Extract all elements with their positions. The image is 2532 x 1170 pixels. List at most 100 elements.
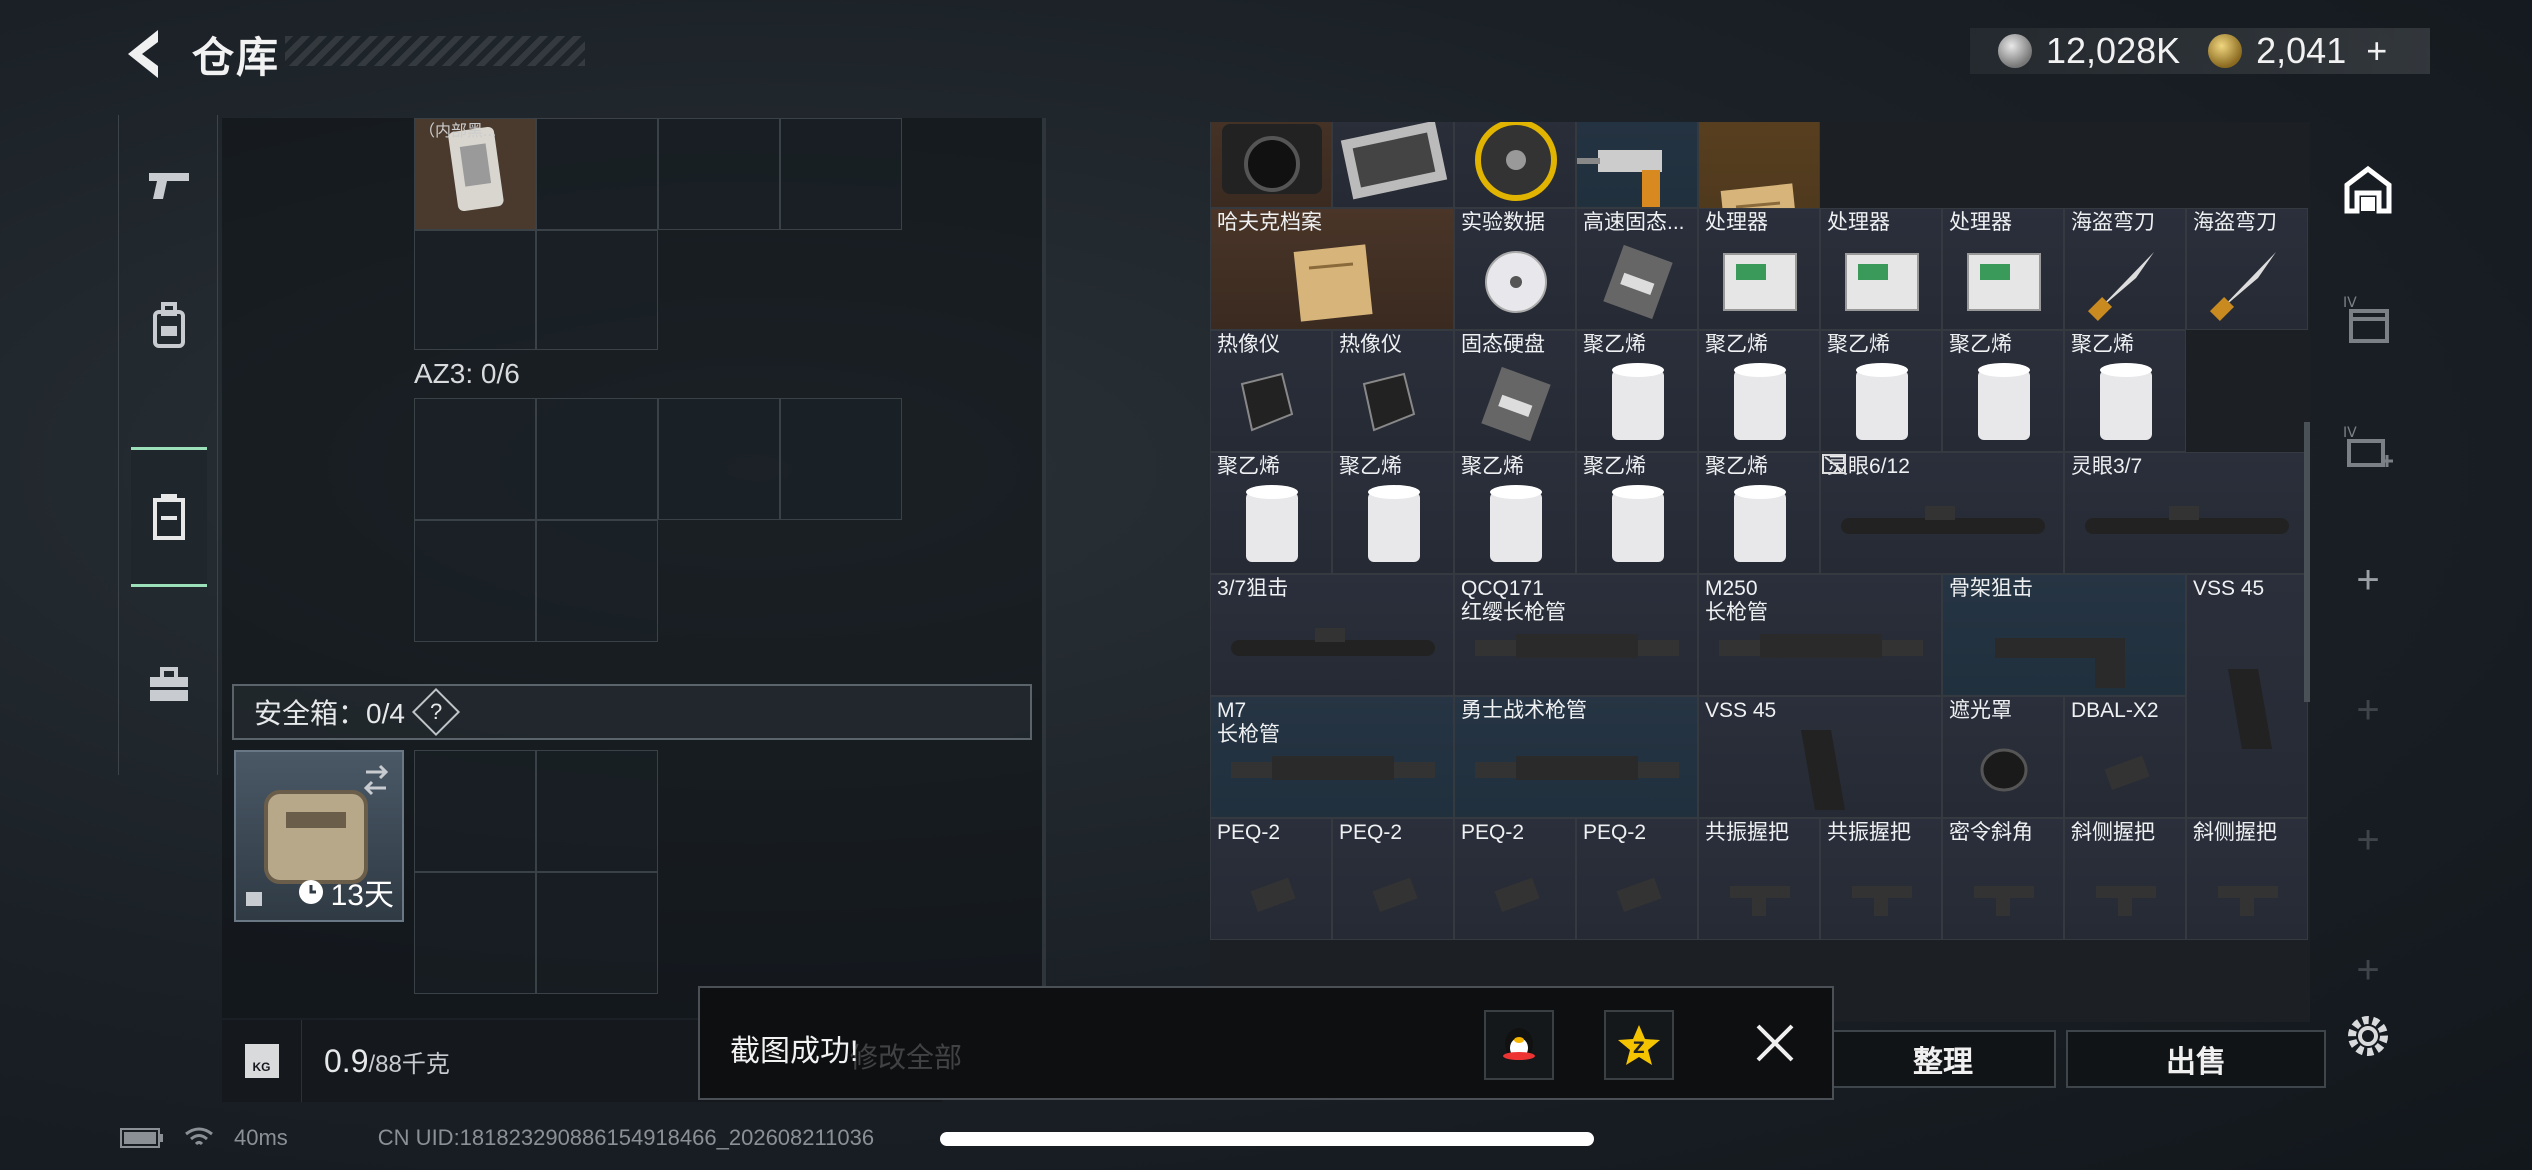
- home-indicator[interactable]: [940, 1132, 1594, 1146]
- settings-gear-icon[interactable]: [2340, 1008, 2396, 1064]
- expiry-timer: 13天: [297, 870, 394, 914]
- inventory-item[interactable]: 灵眼3/7: [2064, 452, 2308, 574]
- back-arrow-icon[interactable]: [118, 24, 168, 84]
- inventory-item[interactable]: 聚乙烯: [1454, 452, 1576, 574]
- inventory-item[interactable]: VSS 45: [2186, 574, 2308, 818]
- inventory-slot[interactable]: [414, 520, 536, 642]
- inventory-item[interactable]: PEQ-2: [1210, 818, 1332, 940]
- inventory-slot[interactable]: [536, 520, 658, 642]
- inventory-item[interactable]: 3/7狙击: [1210, 574, 1454, 696]
- inventory-item[interactable]: 海盗弯刀: [2186, 208, 2308, 330]
- share-qq-button[interactable]: [1484, 1010, 1554, 1080]
- inventory-item[interactable]: 斜侧握把: [2064, 818, 2186, 940]
- inventory-slot[interactable]: [658, 118, 780, 230]
- inventory-item[interactable]: 聚乙烯: [1210, 452, 1332, 574]
- inventory-slot[interactable]: [414, 750, 536, 872]
- inventory-item[interactable]: 聚乙烯: [1698, 452, 1820, 574]
- header-bar: 仓库 12,028K 2,041 +: [0, 0, 2532, 110]
- inventory-item[interactable]: 海盗弯刀: [2064, 208, 2186, 330]
- inventory-item[interactable]: 哈夫克档案: [1210, 208, 1454, 330]
- inventory-slot[interactable]: [536, 750, 658, 872]
- inventory-item[interactable]: 处理器: [1698, 208, 1820, 330]
- pistol-icon: [149, 173, 189, 199]
- inventory-slot[interactable]: [414, 872, 536, 994]
- inventory-item[interactable]: 斜侧握把: [2186, 818, 2308, 940]
- inventory-item[interactable]: 聚乙烯: [2064, 330, 2186, 452]
- inventory-item[interactable]: M7 长枪管: [1210, 696, 1454, 818]
- inventory-item[interactable]: PEQ-2: [1332, 818, 1454, 940]
- inventory-item[interactable]: 实验数据: [1454, 208, 1576, 330]
- inventory-item[interactable]: 共振握把: [1698, 818, 1820, 940]
- item-name: PEQ-2: [1461, 821, 1525, 844]
- inventory-item[interactable]: 处理器: [1820, 208, 1942, 330]
- item-name: M7 长枪管: [1217, 699, 1280, 746]
- inventory-item[interactable]: 聚乙烯: [1576, 330, 1698, 452]
- page-title: 仓库: [192, 34, 281, 81]
- nav-toolbox[interactable]: [131, 615, 207, 755]
- inventory-item[interactable]: 聚乙烯: [1576, 452, 1698, 574]
- inventory-item[interactable]: PEQ-2: [1454, 818, 1576, 940]
- inventory-item[interactable]: 密令斜角: [1942, 818, 2064, 940]
- grid-scrollbar[interactable]: [2304, 422, 2310, 702]
- inventory-item[interactable]: 遮光罩: [1942, 696, 2064, 818]
- sort-button[interactable]: 整理: [1830, 1030, 2056, 1088]
- svg-text:IV: IV: [2343, 425, 2357, 441]
- inventory-slot[interactable]: [414, 398, 536, 520]
- inventory-item[interactable]: 聚乙烯: [1942, 330, 2064, 452]
- item-name: 热像仪: [1339, 333, 1402, 356]
- inventory-item[interactable]: 无线电钻: [1576, 122, 1698, 208]
- container-az3-label: AZ3: 0/6: [414, 358, 520, 389]
- storage-tab-4[interactable]: IV: [2336, 288, 2400, 352]
- inventory-slot[interactable]: [536, 118, 658, 230]
- inventory-item[interactable]: 骨架狙击: [1942, 574, 2186, 696]
- item-name: 热像仪: [1217, 333, 1280, 356]
- nav-storage[interactable]: [131, 447, 207, 587]
- inventory-item[interactable]: 勇士战术枪管: [1454, 696, 1698, 818]
- category-nav: [118, 115, 218, 775]
- inventory-slot[interactable]: [536, 230, 658, 350]
- nav-equipment[interactable]: [131, 255, 207, 395]
- inventory-item[interactable]: M250 长枪管: [1698, 574, 1942, 696]
- camera-icon: [1222, 124, 1322, 194]
- inventory-item[interactable]: 灵眼6/12: [1820, 452, 2064, 574]
- inventory-slot[interactable]: [536, 872, 658, 994]
- scrollbar[interactable]: [1042, 118, 1046, 1018]
- close-icon[interactable]: [1750, 1018, 1800, 1068]
- inventory-slot[interactable]: [414, 230, 536, 350]
- inventory-item[interactable]: PEQ-2: [1576, 818, 1698, 940]
- inventory-item[interactable]: VSS 45: [1698, 696, 1942, 818]
- inventory-item[interactable]: 热像仪: [1210, 330, 1332, 452]
- help-button[interactable]: ?: [411, 687, 460, 737]
- toast-underlying-text: 修改全部: [850, 1042, 963, 1073]
- nav-weapons[interactable]: [131, 115, 207, 255]
- silver-coin-icon: [1998, 34, 2032, 68]
- battery-icon: [120, 1128, 163, 1148]
- add-tab-button[interactable]: +: [2336, 548, 2400, 612]
- share-qzone-button[interactable]: Z: [1604, 1010, 1674, 1080]
- inventory-item[interactable]: 固态硬盘: [1454, 330, 1576, 452]
- item-name: 聚乙烯: [1583, 333, 1646, 356]
- inventory-item[interactable]: 聚乙烯: [1698, 330, 1820, 452]
- inventory-item[interactable]: 聚乙烯: [1332, 452, 1454, 574]
- inventory-item[interactable]: 处理器: [1942, 208, 2064, 330]
- inventory-slot[interactable]: [658, 398, 780, 520]
- inventory-item[interactable]: DBAL-X2: [2064, 696, 2186, 818]
- inventory-item[interactable]: QCQ171 红缨长枪管: [1454, 574, 1698, 696]
- inventory-item[interactable]: 聚乙烯: [1820, 330, 1942, 452]
- add-tab-button-disabled: +: [2356, 687, 2380, 732]
- inventory-item[interactable]: [1454, 122, 1576, 208]
- inventory-item[interactable]: 高速固态...: [1576, 208, 1698, 330]
- storage-tab-add-case[interactable]: IV: [2336, 418, 2400, 482]
- inventory-item[interactable]: 热像仪: [1332, 330, 1454, 452]
- inventory-item[interactable]: [1332, 122, 1454, 208]
- sell-button[interactable]: 出售: [2066, 1030, 2326, 1088]
- inventory-slot[interactable]: [536, 398, 658, 520]
- inventory-slot[interactable]: [780, 118, 902, 230]
- add-currency-button[interactable]: +: [2366, 30, 2387, 72]
- inventory-slot[interactable]: （内部黑...: [414, 118, 536, 230]
- inventory-item[interactable]: [1210, 122, 1332, 208]
- inventory-slot[interactable]: [780, 398, 902, 520]
- safebox-item[interactable]: 13天: [234, 750, 404, 922]
- storage-tab-main[interactable]: [2336, 158, 2400, 222]
- inventory-item[interactable]: 共振握把: [1820, 818, 1942, 940]
